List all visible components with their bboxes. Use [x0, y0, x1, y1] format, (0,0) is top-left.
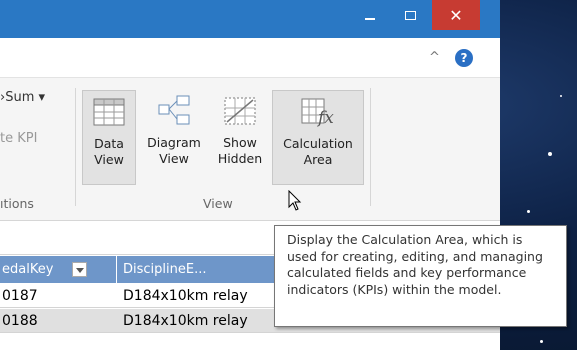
calculation-area-icon: fx — [301, 98, 334, 128]
calculation-area-label-1: Calculation — [283, 136, 353, 151]
data-view-button[interactable]: Data View — [82, 90, 136, 185]
help-icon[interactable]: ? — [455, 49, 473, 67]
title-bar[interactable]: ✕ — [0, 0, 500, 38]
mouse-cursor-icon — [288, 190, 302, 211]
close-button[interactable]: ✕ — [432, 0, 480, 30]
data-view-icon — [93, 98, 125, 126]
close-icon: ✕ — [449, 5, 463, 25]
group-divider — [75, 88, 76, 206]
collapse-ribbon-icon[interactable]: ^ — [429, 50, 440, 65]
ribbon: ›Sum ▾ te KPI ıtions Data View Diagram V… — [0, 78, 500, 221]
maximize-icon — [404, 10, 416, 20]
calculation-area-button[interactable]: fx Calculation Area — [272, 90, 364, 185]
column-header-label: edalKey — [2, 262, 54, 277]
calculation-area-tooltip: Display the Calculation Area, which is u… — [274, 225, 567, 327]
calculation-area-label-2: Area — [303, 152, 333, 167]
show-hidden-label-1: Show — [223, 135, 257, 150]
maximize-button[interactable] — [390, 0, 430, 30]
data-view-label-2: View — [94, 152, 124, 167]
table-cell: D184x10km relay — [123, 313, 248, 329]
view-group-label: View — [203, 196, 233, 211]
diagram-view-icon — [158, 95, 190, 125]
minimize-icon — [365, 18, 375, 20]
calculations-group-label: ıtions — [0, 196, 34, 211]
table-cell: 0188 — [2, 313, 38, 329]
data-view-label-1: Data — [94, 136, 124, 151]
ribbon-tab-strip: ^ ? — [0, 38, 500, 78]
diagram-view-label-2: View — [159, 151, 189, 166]
diagram-view-label-1: Diagram — [147, 135, 201, 150]
table-cell: D184x10km relay — [123, 288, 248, 304]
show-hidden-label-2: Hidden — [217, 151, 263, 166]
create-kpi-button[interactable]: te KPI — [0, 131, 37, 146]
minimize-button[interactable] — [350, 0, 390, 30]
filter-dropdown-icon[interactable] — [71, 262, 87, 277]
diagram-view-button[interactable]: Diagram View — [140, 90, 208, 185]
column-header-label: DisciplineE... — [123, 262, 207, 277]
column-header[interactable]: edalKey — [0, 256, 116, 283]
autosum-button[interactable]: ›Sum ▾ — [0, 90, 45, 105]
table-cell: 0187 — [2, 288, 38, 304]
show-hidden-icon — [224, 97, 256, 125]
svg-text:fx: fx — [316, 108, 334, 128]
show-hidden-button[interactable]: Show Hidden — [212, 90, 268, 185]
group-divider — [370, 88, 371, 206]
